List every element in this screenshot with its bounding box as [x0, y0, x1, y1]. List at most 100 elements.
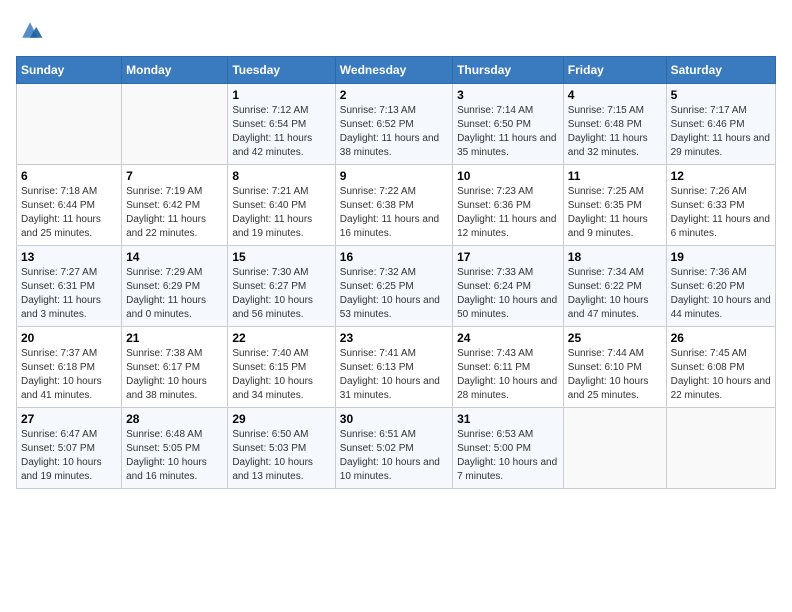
calendar-cell: 17 Sunrise: 7:33 AMSunset: 6:24 PMDayligh… — [453, 246, 564, 327]
day-number: 7 — [126, 169, 223, 183]
day-number: 24 — [457, 331, 559, 345]
day-info: Sunrise: 7:12 AMSunset: 6:54 PMDaylight:… — [232, 104, 330, 160]
calendar-cell: 24 Sunrise: 7:43 AMSunset: 6:11 PMDayligh… — [453, 327, 564, 408]
logo — [16, 16, 48, 44]
weekday-header-saturday: Saturday — [666, 57, 775, 84]
weekday-header-friday: Friday — [563, 57, 666, 84]
day-info: Sunrise: 6:48 AMSunset: 5:05 PMDaylight:… — [126, 428, 223, 484]
calendar-cell: 10 Sunrise: 7:23 AMSunset: 6:36 PMDayligh… — [453, 165, 564, 246]
day-info: Sunrise: 7:18 AMSunset: 6:44 PMDaylight:… — [21, 185, 117, 241]
calendar-cell: 4Sunrise: 7:15 AMSunset: 6:48 PMDaylight… — [563, 84, 666, 165]
day-info: Sunrise: 7:45 AMSunset: 6:08 PMDaylight:… — [671, 347, 771, 403]
calendar-cell: 30 Sunrise: 6:51 AMSunset: 5:02 PMDayligh… — [335, 408, 452, 489]
day-info: Sunrise: 7:43 AMSunset: 6:11 PMDaylight:… — [457, 347, 559, 403]
weekday-header-wednesday: Wednesday — [335, 57, 452, 84]
weekday-header-thursday: Thursday — [453, 57, 564, 84]
calendar-cell: 1 Sunrise: 7:12 AMSunset: 6:54 PMDaylight… — [228, 84, 335, 165]
day-info: Sunrise: 7:19 AMSunset: 6:42 PMDaylight:… — [126, 185, 223, 241]
calendar-cell: 21Sunrise: 7:38 AMSunset: 6:17 PMDayligh… — [122, 327, 228, 408]
day-number: 6 — [21, 169, 117, 183]
day-info: Sunrise: 7:30 AMSunset: 6:27 PMDaylight:… — [232, 266, 330, 322]
day-number: 18 — [568, 250, 662, 264]
day-info: Sunrise: 7:44 AMSunset: 6:10 PMDaylight:… — [568, 347, 662, 403]
calendar-cell — [122, 84, 228, 165]
calendar-cell: 18Sunrise: 7:34 AMSunset: 6:22 PMDayligh… — [563, 246, 666, 327]
day-info: Sunrise: 7:38 AMSunset: 6:17 PMDaylight:… — [126, 347, 223, 403]
day-number: 29 — [232, 412, 330, 426]
day-number: 31 — [457, 412, 559, 426]
calendar-cell: 3 Sunrise: 7:14 AMSunset: 6:50 PMDaylight… — [453, 84, 564, 165]
day-number: 30 — [340, 412, 448, 426]
day-info: Sunrise: 7:14 AMSunset: 6:50 PMDaylight:… — [457, 104, 559, 160]
calendar-cell: 26 Sunrise: 7:45 AMSunset: 6:08 PMDayligh… — [666, 327, 775, 408]
day-info: Sunrise: 7:41 AMSunset: 6:13 PMDaylight:… — [340, 347, 448, 403]
day-info: Sunrise: 6:47 AMSunset: 5:07 PMDaylight:… — [21, 428, 117, 484]
calendar-cell: 5 Sunrise: 7:17 AMSunset: 6:46 PMDaylight… — [666, 84, 775, 165]
day-number: 11 — [568, 169, 662, 183]
day-info: Sunrise: 7:36 AMSunset: 6:20 PMDaylight:… — [671, 266, 771, 322]
day-number: 13 — [21, 250, 117, 264]
day-number: 5 — [671, 88, 771, 102]
calendar-cell: 13 Sunrise: 7:27 AMSunset: 6:31 PMDayligh… — [17, 246, 122, 327]
day-info: Sunrise: 7:17 AMSunset: 6:46 PMDaylight:… — [671, 104, 771, 160]
day-info: Sunrise: 7:25 AMSunset: 6:35 PMDaylight:… — [568, 185, 662, 241]
calendar-cell: 22Sunrise: 7:40 AMSunset: 6:15 PMDayligh… — [228, 327, 335, 408]
calendar-cell: 9 Sunrise: 7:22 AMSunset: 6:38 PMDaylight… — [335, 165, 452, 246]
calendar-cell — [666, 408, 775, 489]
calendar-cell: 16 Sunrise: 7:32 AMSunset: 6:25 PMDayligh… — [335, 246, 452, 327]
calendar-week-row: 13 Sunrise: 7:27 AMSunset: 6:31 PMDayligh… — [17, 246, 776, 327]
page-header — [16, 16, 776, 44]
day-info: Sunrise: 7:33 AMSunset: 6:24 PMDaylight:… — [457, 266, 559, 322]
calendar-cell: 2 Sunrise: 7:13 AMSunset: 6:52 PMDaylight… — [335, 84, 452, 165]
calendar-cell: 14 Sunrise: 7:29 AMSunset: 6:29 PMDayligh… — [122, 246, 228, 327]
calendar-week-row: 20 Sunrise: 7:37 AMSunset: 6:18 PMDayligh… — [17, 327, 776, 408]
calendar-week-row: 27 Sunrise: 6:47 AMSunset: 5:07 PMDayligh… — [17, 408, 776, 489]
day-info: Sunrise: 7:29 AMSunset: 6:29 PMDaylight:… — [126, 266, 223, 322]
day-info: Sunrise: 7:15 AMSunset: 6:48 PMDaylight:… — [568, 104, 662, 160]
calendar-cell: 28 Sunrise: 6:48 AMSunset: 5:05 PMDayligh… — [122, 408, 228, 489]
calendar-cell: 7 Sunrise: 7:19 AMSunset: 6:42 PMDaylight… — [122, 165, 228, 246]
day-number: 26 — [671, 331, 771, 345]
calendar-cell: 8Sunrise: 7:21 AMSunset: 6:40 PMDaylight… — [228, 165, 335, 246]
day-number: 15 — [232, 250, 330, 264]
day-number: 8 — [232, 169, 330, 183]
day-number: 14 — [126, 250, 223, 264]
day-number: 23 — [340, 331, 448, 345]
day-number: 19 — [671, 250, 771, 264]
day-info: Sunrise: 6:53 AMSunset: 5:00 PMDaylight:… — [457, 428, 559, 484]
day-number: 28 — [126, 412, 223, 426]
day-info: Sunrise: 7:13 AMSunset: 6:52 PMDaylight:… — [340, 104, 448, 160]
day-info: Sunrise: 6:51 AMSunset: 5:02 PMDaylight:… — [340, 428, 448, 484]
day-number: 27 — [21, 412, 117, 426]
day-number: 1 — [232, 88, 330, 102]
day-info: Sunrise: 7:40 AMSunset: 6:15 PMDaylight:… — [232, 347, 330, 403]
calendar-cell: 29Sunrise: 6:50 AMSunset: 5:03 PMDayligh… — [228, 408, 335, 489]
weekday-header-row: SundayMondayTuesdayWednesdayThursdayFrid… — [17, 57, 776, 84]
day-number: 17 — [457, 250, 559, 264]
calendar-cell — [563, 408, 666, 489]
calendar-cell: 25 Sunrise: 7:44 AMSunset: 6:10 PMDayligh… — [563, 327, 666, 408]
logo-icon — [16, 16, 44, 44]
calendar-cell: 11 Sunrise: 7:25 AMSunset: 6:35 PMDayligh… — [563, 165, 666, 246]
day-number: 12 — [671, 169, 771, 183]
calendar-cell: 20 Sunrise: 7:37 AMSunset: 6:18 PMDayligh… — [17, 327, 122, 408]
day-number: 9 — [340, 169, 448, 183]
day-number: 2 — [340, 88, 448, 102]
day-info: Sunrise: 7:26 AMSunset: 6:33 PMDaylight:… — [671, 185, 771, 241]
day-number: 20 — [21, 331, 117, 345]
day-info: Sunrise: 7:32 AMSunset: 6:25 PMDaylight:… — [340, 266, 448, 322]
day-info: Sunrise: 7:27 AMSunset: 6:31 PMDaylight:… — [21, 266, 117, 322]
day-number: 10 — [457, 169, 559, 183]
weekday-header-monday: Monday — [122, 57, 228, 84]
day-info: Sunrise: 7:37 AMSunset: 6:18 PMDaylight:… — [21, 347, 117, 403]
calendar-cell: 6 Sunrise: 7:18 AMSunset: 6:44 PMDaylight… — [17, 165, 122, 246]
day-number: 3 — [457, 88, 559, 102]
weekday-header-sunday: Sunday — [17, 57, 122, 84]
day-info: Sunrise: 7:22 AMSunset: 6:38 PMDaylight:… — [340, 185, 448, 241]
day-info: Sunrise: 7:23 AMSunset: 6:36 PMDaylight:… — [457, 185, 559, 241]
day-number: 16 — [340, 250, 448, 264]
calendar-cell: 19 Sunrise: 7:36 AMSunset: 6:20 PMDayligh… — [666, 246, 775, 327]
calendar-cell: 31 Sunrise: 6:53 AMSunset: 5:00 PMDayligh… — [453, 408, 564, 489]
day-number: 25 — [568, 331, 662, 345]
calendar-cell: 23 Sunrise: 7:41 AMSunset: 6:13 PMDayligh… — [335, 327, 452, 408]
